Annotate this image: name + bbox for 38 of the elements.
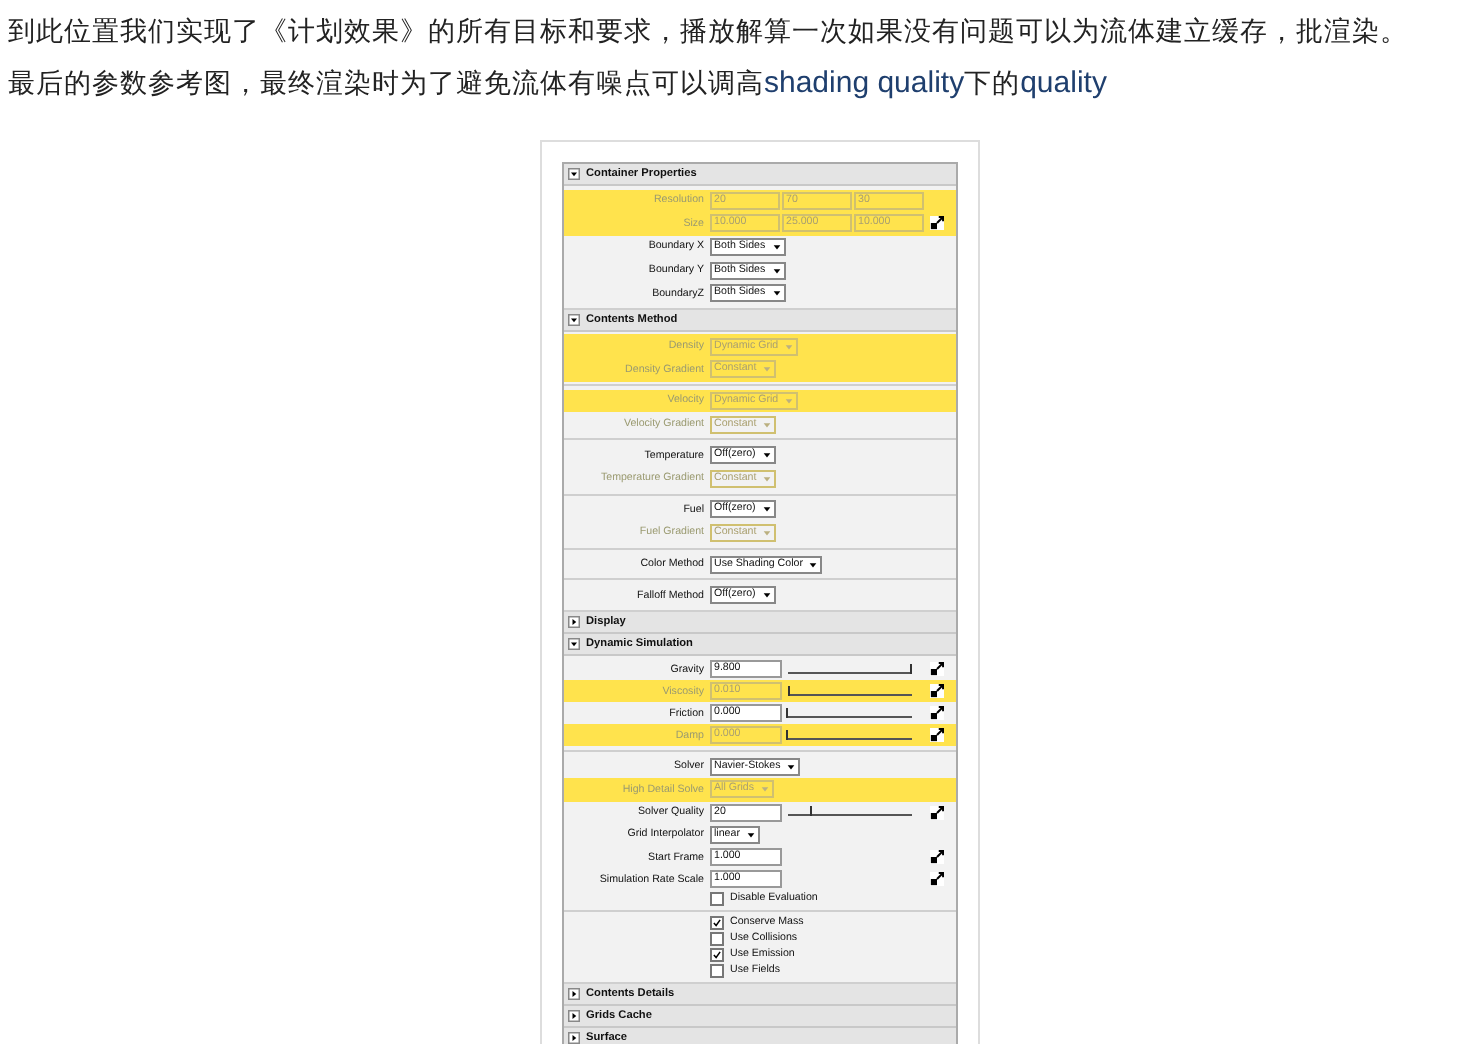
- dropdown-arrow-icon[interactable]: [771, 265, 782, 276]
- map-button-icon[interactable]: [930, 805, 944, 820]
- slider-track[interactable]: [788, 687, 912, 696]
- dropdown-arrow-icon[interactable]: [761, 504, 772, 515]
- map-button-icon[interactable]: [930, 684, 944, 699]
- paragraph-text: 到此位置我们实现了《计划效果》的所有目标和要求，播放解算一次如果没有问题可以为流体建立缓存，批渲染。: [8, 16, 1408, 48]
- map-button-icon[interactable]: [930, 662, 944, 677]
- collapse-arrow-icon[interactable]: [568, 168, 580, 180]
- dropdown-arrow-icon[interactable]: [786, 761, 797, 772]
- paragraph-text: 最后的参数参考图，最终渲染时为了避免流体有噪点可以调高: [8, 68, 764, 100]
- collapse-arrow-icon[interactable]: [568, 1031, 580, 1044]
- collapse-arrow-icon[interactable]: [568, 637, 580, 650]
- checkbox[interactable]: [710, 891, 724, 906]
- paragraph-text: shading quality: [764, 66, 965, 100]
- slider-track[interactable]: [788, 808, 912, 817]
- collapse-arrow-icon[interactable]: [568, 615, 580, 628]
- map-button-icon[interactable]: [930, 706, 944, 721]
- slider-track[interactable]: [788, 731, 912, 740]
- checkbox[interactable]: [710, 963, 724, 978]
- map-button-icon[interactable]: [930, 850, 944, 865]
- collapse-arrow-icon[interactable]: [568, 313, 580, 326]
- collapse-arrow-icon[interactable]: [568, 987, 580, 1000]
- dropdown-arrow-icon[interactable]: [771, 288, 782, 299]
- paragraph-text: quality: [1020, 66, 1107, 100]
- slider-track[interactable]: [788, 709, 912, 718]
- dropdown-arrow-icon[interactable]: [808, 559, 819, 570]
- checkbox[interactable]: [710, 931, 724, 946]
- collapse-arrow-icon[interactable]: [568, 1009, 580, 1022]
- slider-track[interactable]: [788, 665, 912, 674]
- paragraph-text: 下的: [964, 68, 1021, 100]
- map-button-icon[interactable]: [930, 872, 944, 887]
- dropdown-arrow-icon[interactable]: [745, 829, 756, 840]
- dropdown-arrow-icon[interactable]: [761, 450, 772, 461]
- checkbox[interactable]: [710, 915, 724, 930]
- dropdown-arrow-icon[interactable]: [761, 590, 772, 601]
- checkbox[interactable]: [710, 947, 724, 962]
- dropdown-arrow-icon[interactable]: [771, 241, 782, 252]
- map-button-icon[interactable]: [930, 728, 944, 743]
